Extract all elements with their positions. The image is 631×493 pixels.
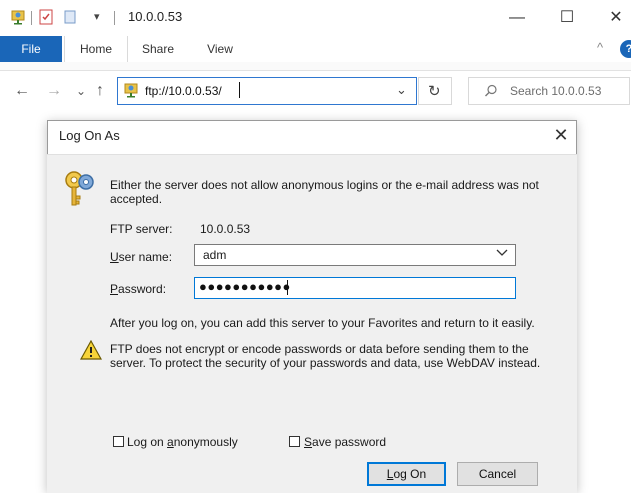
text-cursor [287, 280, 288, 295]
up-button[interactable]: ↑ [96, 82, 104, 100]
help-icon[interactable]: ? [620, 40, 631, 58]
recent-locations-button[interactable]: ⌄ [76, 84, 86, 98]
close-window-button[interactable]: ✕ [599, 5, 631, 31]
ribbon-strip [0, 62, 631, 71]
favorites-hint: After you log on, you can add this serve… [110, 316, 535, 330]
properties-icon[interactable] [38, 9, 54, 25]
window-title: 10.0.0.53 [128, 9, 183, 24]
separator [31, 11, 32, 25]
password-value[interactable]: ●●●●●●●●●●● [199, 279, 291, 294]
user-name-value[interactable]: adm [203, 248, 226, 262]
chevron-down-icon[interactable] [496, 248, 508, 261]
refresh-icon: ↻ [428, 83, 441, 100]
user-name-label: User name: [110, 250, 173, 264]
user-name-combobox[interactable] [194, 244, 516, 266]
tab-file[interactable]: File [0, 36, 62, 62]
search-icon [484, 84, 498, 101]
logon-button[interactable]: Log On [367, 462, 446, 486]
tab-share[interactable]: Share [130, 36, 186, 62]
ftp-server-label: FTP server: [110, 222, 173, 236]
folder-network-icon [10, 9, 26, 25]
warning-icon [79, 339, 103, 363]
dialog-title: Log On As [59, 128, 120, 143]
save-password-label[interactable]: Save password [304, 435, 386, 449]
separator [114, 11, 115, 25]
save-password-checkbox[interactable] [289, 436, 300, 447]
minimize-button[interactable]: — [500, 5, 534, 31]
dialog-close-button[interactable]: ✕ [550, 124, 572, 146]
search-input[interactable]: Search 10.0.0.53 [510, 84, 601, 98]
collapse-ribbon-icon[interactable]: ^ [597, 40, 603, 55]
warning-line-1: FTP does not encrypt or encode passwords… [110, 342, 529, 356]
warning-line-2: server. To protect the security of your … [110, 356, 541, 370]
message-line-2: accepted. [110, 192, 163, 206]
tab-view[interactable]: View [192, 36, 248, 62]
address-path[interactable]: ftp://10.0.0.53/ [145, 84, 222, 98]
message-line-1: Either the server does not allow anonymo… [110, 178, 539, 192]
password-label: Password: [110, 282, 167, 296]
new-folder-icon[interactable] [62, 9, 78, 25]
maximize-button[interactable]: ☐ [550, 5, 584, 31]
ftp-server-value: 10.0.0.53 [200, 222, 251, 236]
anonymous-checkbox[interactable] [113, 436, 124, 447]
text-cursor [239, 82, 240, 98]
forward-button[interactable]: → [46, 82, 62, 100]
address-dropdown-icon[interactable]: ⌄ [396, 82, 407, 98]
anonymous-checkbox-label[interactable]: Log on anonymously [127, 435, 238, 449]
customize-quick-access-icon[interactable]: ▾ [94, 10, 100, 23]
tab-home[interactable]: Home [64, 36, 128, 62]
back-button[interactable]: ← [14, 82, 30, 100]
ftp-location-icon [123, 82, 139, 101]
cancel-button[interactable]: Cancel [457, 462, 538, 486]
keys-icon [62, 170, 96, 213]
